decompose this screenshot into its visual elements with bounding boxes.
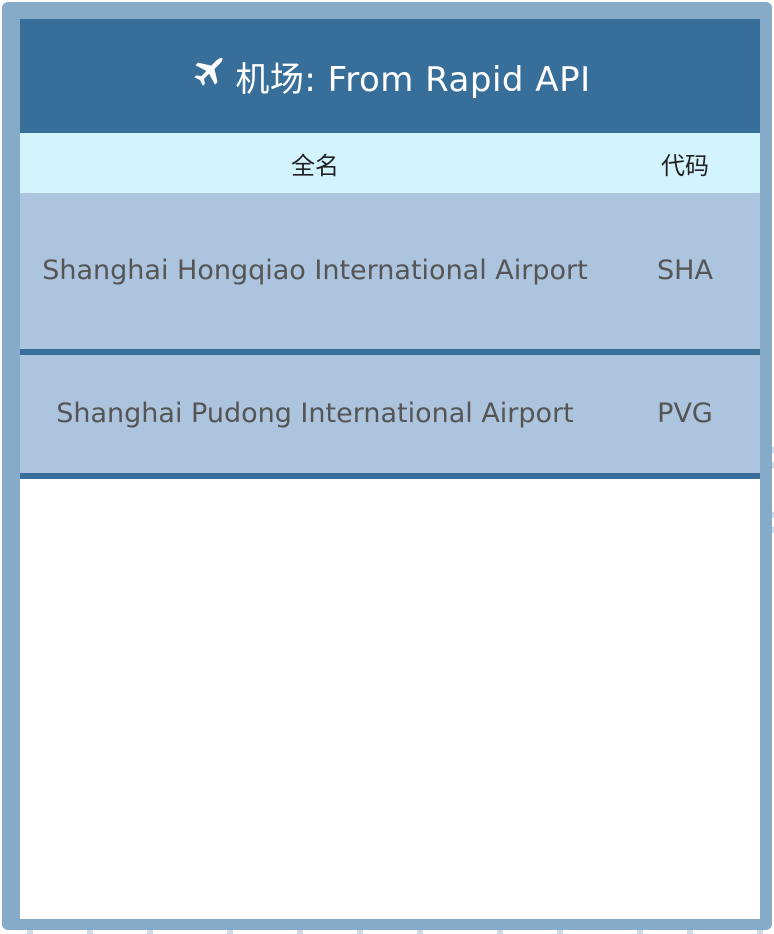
airport-widget: 机场: From Rapid API 全名 代码 Shanghai Hongqi… bbox=[20, 19, 760, 919]
table-row[interactable]: Shanghai Hongqiao International Airport … bbox=[20, 193, 760, 352]
airport-table: 全名 代码 Shanghai Hongqiao International Ai… bbox=[20, 133, 760, 479]
table-header-row: 全名 代码 bbox=[20, 133, 760, 193]
airport-name-cell: Shanghai Pudong International Airport bbox=[56, 398, 574, 429]
widget-title: 机场: From Rapid API bbox=[235, 59, 591, 100]
plane-icon bbox=[189, 53, 227, 91]
airport-code-cell: PVG bbox=[657, 398, 713, 429]
column-header-name: 全名 bbox=[291, 151, 339, 180]
column-header-code: 代码 bbox=[661, 151, 709, 180]
airport-name-cell: Shanghai Hongqiao International Airport bbox=[42, 255, 588, 286]
airport-widget-frame: 机场: From Rapid API 全名 代码 Shanghai Hongqi… bbox=[2, 2, 772, 930]
airport-code-cell: SHA bbox=[657, 255, 713, 286]
table-row[interactable]: Shanghai Pudong International Airport PV… bbox=[20, 352, 760, 476]
widget-title-bar: 机场: From Rapid API bbox=[20, 19, 760, 133]
